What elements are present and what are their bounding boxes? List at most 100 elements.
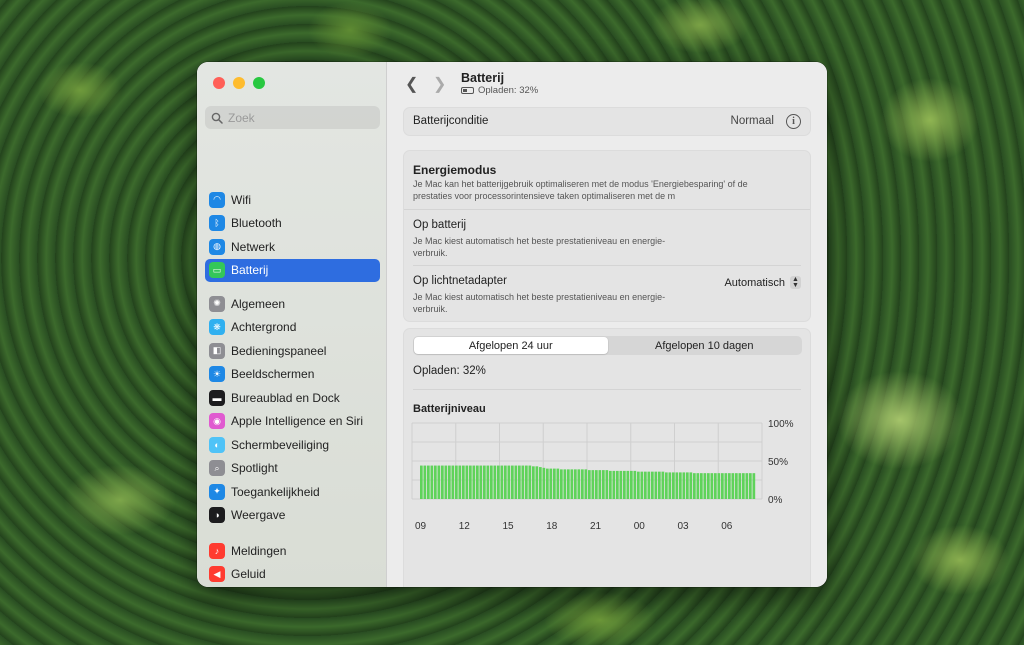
on-adapter-description-line-2: verbruik. — [413, 304, 448, 314]
sidebar-item-achtergrond[interactable]: ❋ Achtergrond — [205, 316, 380, 340]
battery-level-bar — [752, 473, 756, 499]
search-field[interactable] — [205, 106, 380, 129]
sidebar-item-bedieningspaneel[interactable]: ◧ Bedieningspaneel — [205, 339, 380, 363]
sidebar-item-bluetooth[interactable]: ᛒ Bluetooth — [205, 212, 380, 236]
on-adapter-label: Op lichtnetadapter — [413, 275, 507, 287]
battery-level-bar — [514, 465, 518, 499]
page-subtitle: Opladen: 32% — [461, 85, 538, 96]
battery-level-bar — [679, 472, 682, 499]
battery-level-bar — [462, 465, 465, 499]
x-tick-label: 18 — [546, 521, 558, 532]
x-tick-label: 03 — [678, 521, 690, 532]
battery-level-bar — [668, 472, 672, 499]
battery-level-bar — [448, 465, 451, 499]
sidebar-item-label: Netwerk — [231, 239, 276, 254]
battery-level-bar — [602, 470, 605, 499]
battery-level-bar — [742, 473, 745, 499]
minimize-button[interactable] — [233, 77, 245, 89]
battery-level-bar — [549, 468, 553, 499]
sidebar-item-label: Achtergrond — [231, 320, 297, 335]
battery-level-bar — [511, 465, 514, 499]
sidebar-item-weergave[interactable]: ◑ Weergave — [205, 504, 380, 528]
battery-level-bar — [672, 472, 675, 499]
battery-level-bar — [441, 465, 444, 499]
sidebar-item-batterij[interactable]: ▭ Batterij — [205, 258, 380, 282]
sidebar-item-apple-intelligence-en-siri[interactable]: ◉ Apple Intelligence en Siri — [205, 410, 380, 434]
zoom-button[interactable] — [253, 77, 265, 89]
battery-level-bar — [612, 470, 616, 499]
dock-icon: ▬ — [209, 389, 225, 406]
sidebar-item-meldingen[interactable]: ♪ Meldingen — [205, 539, 380, 563]
battery-level-bar — [493, 465, 497, 499]
battery-level-bar — [553, 468, 556, 499]
battery-level-bar — [640, 471, 644, 499]
sidebar-item-beeldschermen[interactable]: ☀ Beeldschermen — [205, 363, 380, 387]
back-button[interactable]: ❮ — [405, 74, 418, 94]
sidebar-item-label: Weergave — [231, 508, 286, 523]
battery-level-bar — [560, 469, 563, 499]
sidebar-item-geluid[interactable]: ◀ Geluid — [205, 563, 380, 587]
sidebar-item-schermbeveiliging[interactable]: ◐ Schermbeveiliging — [205, 433, 380, 457]
info-icon[interactable]: i — [786, 114, 801, 129]
battery-level-bar — [749, 473, 752, 499]
battery-level-bar — [423, 465, 427, 499]
close-button[interactable] — [213, 77, 225, 89]
battery-level-bar — [644, 471, 647, 499]
battery-level-bar — [458, 465, 462, 499]
energy-mode-description-line-2: prestaties voor processorintensieve take… — [413, 191, 676, 201]
energy-mode-description-line-1: Je Mac kan het batterijgebruik optimalis… — [413, 179, 748, 189]
battery-level-bar — [675, 472, 679, 499]
battery-level-bar — [490, 465, 493, 499]
sidebar-item-bureaublad-en-dock[interactable]: ▬ Bureaublad en Dock — [205, 386, 380, 410]
accessibility-icon: ✦ — [209, 483, 225, 500]
battery-level-bar — [476, 465, 479, 499]
on-battery-description-line-1: Je Mac kiest automatisch het beste prest… — [413, 236, 666, 246]
battery-level-bar — [563, 469, 567, 499]
sidebar-item-toegankelijkheid[interactable]: ✦ Toegankelijkheid — [205, 480, 380, 504]
battery-level-bar — [483, 465, 486, 499]
sidebar-item-label: Beeldschermen — [231, 367, 315, 382]
battery-level-bar — [696, 473, 700, 499]
on-adapter-description-line-1: Je Mac kiest automatisch het beste prest… — [413, 292, 666, 302]
battery-level-bar — [591, 470, 595, 499]
battery-level-bar — [518, 465, 521, 499]
sidebar-item-label: Algemeen — [231, 296, 286, 311]
sidebar-item-spotlight[interactable]: ⌕ Spotlight — [205, 457, 380, 481]
sidebar-item-netwerk[interactable]: ◍ Netwerk — [205, 235, 380, 259]
forward-button[interactable]: ❯ — [433, 74, 446, 94]
sidebar-item-label: Bluetooth — [231, 216, 282, 231]
search-input[interactable] — [228, 110, 368, 125]
battery-level-bar — [731, 473, 735, 499]
x-tick-label: 12 — [459, 521, 471, 532]
battery-condition-value: Normaal — [730, 115, 774, 127]
appearance-icon: ◑ — [209, 507, 225, 524]
x-tick-label: 15 — [503, 521, 515, 532]
battery-level-bar — [539, 467, 542, 499]
x-tick-label: 06 — [721, 521, 733, 532]
page-title: Batterij — [461, 71, 505, 85]
battery-condition-row[interactable]: Batterijconditie Normaal i — [403, 107, 811, 136]
battery-level-bar — [437, 465, 441, 499]
globe-icon: ◍ — [209, 238, 225, 255]
battery-level-bar — [430, 465, 434, 499]
bell-icon: ♪ — [209, 542, 225, 559]
adapter-mode-select[interactable]: Automatisch ▲ ▼ — [724, 276, 801, 289]
battery-level-bar — [689, 472, 693, 499]
x-tick-label: 09 — [415, 521, 427, 532]
battery-level-bar — [721, 473, 724, 499]
battery-level-bar — [420, 465, 423, 499]
sidebar-group-system: ✺ Algemeen ❋ Achtergrond ◧ Bedieningspaneel ☀ B… — [205, 292, 380, 527]
divider — [413, 265, 801, 266]
wallpaper-icon: ❋ — [209, 319, 225, 336]
sidebar-item-wifi[interactable]: ◠ Wifi — [205, 188, 380, 212]
sidebar-item-label: Spotlight — [231, 461, 278, 476]
chevron-updown-icon: ▲ ▼ — [790, 276, 801, 289]
battery-level-bar — [497, 465, 500, 499]
battery-level-bar — [616, 470, 619, 499]
battery-level-bar — [728, 473, 731, 499]
sidebar-item-label: Batterij — [231, 263, 269, 278]
sidebar-item-algemeen[interactable]: ✺ Algemeen — [205, 292, 380, 316]
battery-level-bar — [444, 465, 448, 499]
toolbar: ❮ ❯ Batterij Opladen: 32% — [387, 62, 827, 102]
battery-level-bar — [521, 465, 525, 499]
